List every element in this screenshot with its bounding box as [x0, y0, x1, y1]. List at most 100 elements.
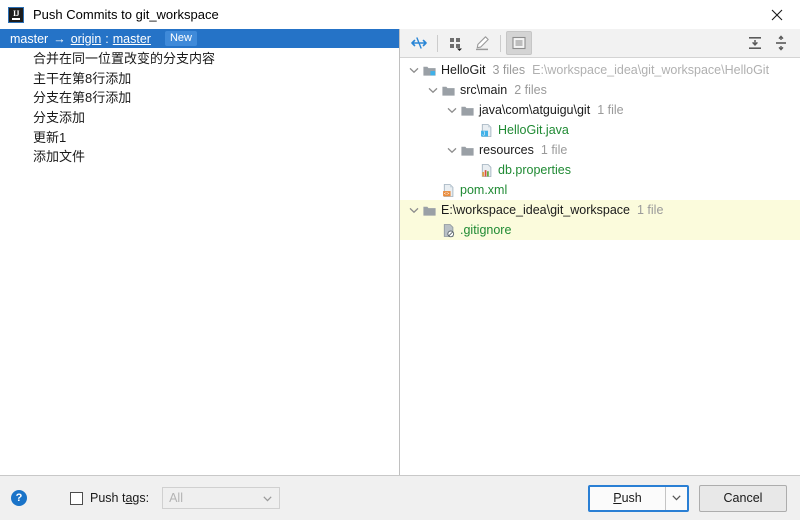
chevron-down-icon — [672, 495, 681, 501]
close-button[interactable] — [754, 0, 800, 29]
xml-file-icon: <> — [443, 183, 454, 197]
tree-row[interactable]: <> pom.xml — [400, 180, 800, 200]
branch-selection-row[interactable]: master → origin : master New — [0, 29, 399, 48]
commit-message: 添加文件 — [33, 149, 86, 165]
commit-message: 合并在同一位置改变的分支内容 — [33, 51, 216, 67]
arrow-icon: → — [53, 31, 66, 46]
commit-row[interactable]: 合并在同一位置改变的分支内容 — [0, 48, 399, 68]
push-tags-label[interactable]: Push tags: — [90, 491, 149, 505]
tree-expand-toggle[interactable] — [444, 147, 459, 154]
toolbar-divider-2 — [500, 34, 501, 52]
changed-files-panel: HelloGit 3 files E:\workspace_idea\git_wor… — [400, 29, 800, 475]
tree-row[interactable]: java\com\atguigu\git 1 file — [400, 100, 800, 120]
remote-branch-link[interactable]: master — [113, 32, 151, 46]
dialog-footer: ? Push tags: All Push Cancel — [0, 476, 800, 520]
local-branch-label: master — [10, 31, 49, 46]
push-dropdown-button[interactable] — [666, 486, 687, 510]
chevron-down-icon[interactable] — [428, 87, 438, 94]
tree-toolbar — [400, 29, 800, 58]
new-badge: New — [164, 31, 197, 46]
commit-row[interactable]: 主干在第8行添加 — [0, 68, 399, 88]
chevron-down-icon[interactable] — [447, 147, 457, 154]
commit-message: 更新1 — [33, 129, 67, 145]
commit-row[interactable]: 更新1 — [0, 126, 399, 146]
chevron-down-icon — [263, 496, 272, 502]
folder-icon — [459, 103, 476, 118]
folder-icon — [442, 86, 455, 96]
tree-row-file-count: 3 files — [492, 63, 526, 77]
edit-source-icon — [476, 36, 489, 51]
tree-row-label: db.properties — [498, 163, 571, 177]
collapse-all-icon — [776, 35, 786, 51]
tree-expand-toggle[interactable] — [406, 67, 421, 74]
commit-row[interactable]: 分支添加 — [0, 107, 399, 127]
push-commits-dialog: IJ Push Commits to git_workspace master … — [0, 0, 800, 520]
folder-icon — [461, 106, 474, 116]
gitignore-file-icon — [443, 223, 455, 237]
diff-icon-button[interactable] — [406, 31, 432, 55]
group-by-icon-button[interactable] — [443, 31, 469, 55]
title-bar: IJ Push Commits to git_workspace — [0, 0, 800, 29]
collapse-all-icon-button[interactable] — [768, 31, 794, 55]
preview-icon — [512, 36, 526, 50]
tree-row-label: .gitignore — [460, 223, 512, 237]
chevron-down-icon[interactable] — [447, 107, 457, 114]
push-button[interactable]: Push — [590, 486, 666, 510]
tree-row[interactable]: src\main 2 files — [400, 80, 800, 100]
push-tags-checkbox[interactable] — [70, 491, 83, 505]
tree-row-file-count: 1 file — [597, 103, 624, 117]
tree-expand-toggle[interactable] — [406, 207, 421, 214]
cancel-button[interactable]: Cancel — [699, 484, 787, 512]
edit-source-icon-button[interactable] — [469, 31, 495, 55]
commit-message: 分支添加 — [33, 110, 86, 126]
tree-row[interactable]: E:\workspace_idea\git_workspace 1 file — [400, 200, 800, 220]
chevron-down-icon[interactable] — [409, 207, 419, 214]
intellij-idea-icon: IJ — [8, 6, 24, 23]
push-button-label: ush — [621, 491, 642, 505]
remote-link[interactable]: origin — [71, 32, 102, 46]
commit-message: 分支在第8行添加 — [33, 90, 132, 106]
commit-row[interactable]: 添加文件 — [0, 146, 399, 166]
commit-list: 合并在同一位置改变的分支内容 主干在第8行添加分支在第8行添加 分支添加更新1 添加文… — [0, 48, 399, 166]
tree-row[interactable]: .gitignore — [400, 220, 800, 240]
tree-row-label: E:\workspace_idea\git_workspace — [441, 203, 630, 217]
folder-icon — [461, 146, 474, 156]
tree-row-label: src\main — [460, 83, 508, 97]
close-icon — [771, 9, 783, 20]
push-tags-label-post: gs: — [132, 491, 150, 505]
push-split-button[interactable]: Push — [588, 484, 689, 512]
push-button-mnemonic: P — [613, 491, 622, 505]
tree-row-path: E:\workspace_idea\git_workspace\HelloGit — [532, 63, 770, 77]
properties-file-icon — [478, 163, 495, 178]
help-icon[interactable]: ? — [11, 490, 27, 506]
tree-row[interactable]: db.properties — [400, 160, 800, 180]
commit-row[interactable]: 分支在第8行添加 — [0, 87, 399, 107]
svg-text:<>: <> — [444, 191, 450, 196]
java-file-icon: J — [478, 123, 495, 138]
diff-icon — [411, 37, 427, 49]
chevron-down-icon[interactable] — [409, 67, 419, 74]
expand-all-icon-button[interactable] — [742, 31, 768, 55]
push-tags-select[interactable]: All — [162, 487, 281, 509]
tree-row-label: HelloGit.java — [498, 123, 569, 137]
folder-icon — [423, 206, 436, 216]
svg-text:J: J — [482, 131, 485, 137]
toolbar-divider-1 — [437, 34, 438, 52]
tree-expand-toggle[interactable] — [444, 107, 459, 114]
push-tags-group: Push tags: All — [70, 487, 281, 509]
tree-row-file-count: 2 files — [514, 83, 547, 97]
xml-file-icon: <> — [440, 183, 457, 198]
module-icon — [423, 66, 436, 76]
tree-expand-toggle[interactable] — [425, 87, 440, 94]
tree-row[interactable]: J HelloGit.java — [400, 120, 800, 140]
tree-row-file-count: 1 file — [637, 203, 664, 217]
tree-row[interactable]: resources 1 file — [400, 140, 800, 160]
dialog-body: master → origin : master New 合并在同一位置改变的分… — [0, 29, 800, 476]
tree-row-file-count: 1 file — [540, 143, 568, 157]
tree-row-label: HelloGit — [441, 63, 486, 77]
expand-all-icon — [749, 37, 761, 49]
preview-icon-button[interactable] — [506, 31, 532, 55]
window-title: Push Commits to git_workspace — [33, 7, 219, 22]
group-by-icon — [450, 38, 462, 51]
tree-row[interactable]: HelloGit 3 files E:\workspace_idea\git_wor… — [400, 60, 800, 80]
